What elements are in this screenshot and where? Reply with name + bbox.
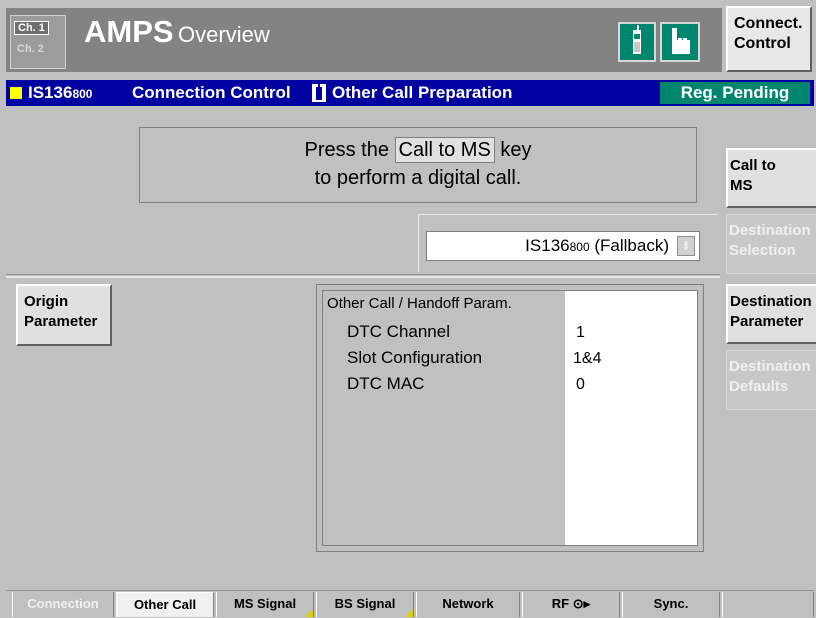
mobile-phone-icon[interactable] [618,22,656,62]
call-to-ms-button[interactable]: Call to MS [726,148,816,208]
destination-band: 800 [569,240,590,254]
app-title-main: AMPS [84,14,174,49]
tab-ms-signal[interactable]: MS Signal [216,592,314,617]
destination-selection-button[interactable]: Destination Selection [726,214,816,274]
param-label-dtc-mac: DTC MAC [347,374,425,393]
destination-select[interactable]: IS136800 (Fallback) ⬇ [426,231,700,261]
dropdown-arrow-icon[interactable]: ⬇ [677,236,695,256]
parameter-table-title: Other Call / Handoff Param. [327,295,512,312]
status-badge: Reg. Pending [660,82,810,104]
param-value-slot-configuration[interactable]: 1&4 [573,350,601,368]
tab-bs-signal[interactable]: BS Signal [316,592,414,617]
tab-connection[interactable]: Connection [12,592,114,617]
hand-pointer-icon[interactable] [660,22,700,62]
tab-sync[interactable]: Sync. [622,592,720,617]
instruction-suffix: key [500,139,532,161]
tab-empty [722,592,814,617]
divider [6,274,720,275]
context-subsection: Other Call Preparation [332,83,513,102]
destination-mode: (Fallback) [594,236,669,255]
param-value-dtc-mac[interactable]: 0 [576,376,585,394]
tab-other-call-label: Other Call [133,597,197,612]
destination-parameter-button[interactable]: Destination Parameter [726,284,816,344]
app-title: AMPS Overview [84,14,270,50]
app-title-sub: Overview [178,22,270,47]
tab-bs-signal-label: BS Signal [334,596,396,611]
subtab-indicator-icon [405,609,413,617]
menu-icon[interactable] [10,87,22,99]
tab-rf[interactable]: RF ⊙▸ [522,592,620,617]
destination-standard: IS136 [525,236,570,255]
instruction-line-1: Press the Call to MS key [140,136,696,164]
destination-selection-label: Destination Selection [729,222,811,259]
destination-defaults-button[interactable]: Destination Defaults [726,350,816,410]
tab-connection-label: Connection [27,596,99,611]
destination-parameter-label: Destination Parameter [730,293,812,330]
channel-selector[interactable]: Ch. 1 Ch. 2 [10,15,66,69]
call-to-ms-label: Call to MS [730,157,776,194]
call-to-ms-keycap: Call to MS [394,137,495,163]
mobile-phone-small-icon [312,84,326,102]
context-section: Connection Control [132,83,291,102]
tab-network[interactable]: Network [416,592,520,617]
param-label-slot-configuration: Slot Configuration [347,348,483,367]
tab-ms-signal-label: MS Signal [233,596,297,611]
tab-rf-label: RF [551,596,570,611]
tab-other-call[interactable]: Other Call [116,592,214,617]
tab-network-label: Network [442,596,494,611]
instruction-line-2: to perform a digital call. [314,167,522,189]
origin-parameter-button[interactable]: Origin Parameter [16,284,112,346]
tab-sync-label: Sync. [653,596,689,611]
param-label-dtc-channel: DTC Channel [347,322,450,341]
param-value-dtc-channel[interactable]: 1 [576,324,585,342]
connect-control-button[interactable]: Connect. Control [726,6,812,72]
divider-highlight [6,276,720,278]
origin-parameter-label: Origin Parameter [24,293,98,330]
subtab-indicator-icon [305,609,313,617]
channel-2-button[interactable]: Ch. 2 [14,43,47,55]
instruction-box: Press the Call to MS key to perform a di… [139,127,697,203]
instruction-prefix: Press the [304,139,389,161]
rf-connector-icon: ⊙▸ [572,596,591,611]
destination-defaults-label: Destination Defaults [729,358,811,395]
context-standard: IS136800 [28,83,93,102]
connect-control-label: Connect. Control [734,15,803,52]
channel-1-button[interactable]: Ch. 1 [14,21,49,35]
